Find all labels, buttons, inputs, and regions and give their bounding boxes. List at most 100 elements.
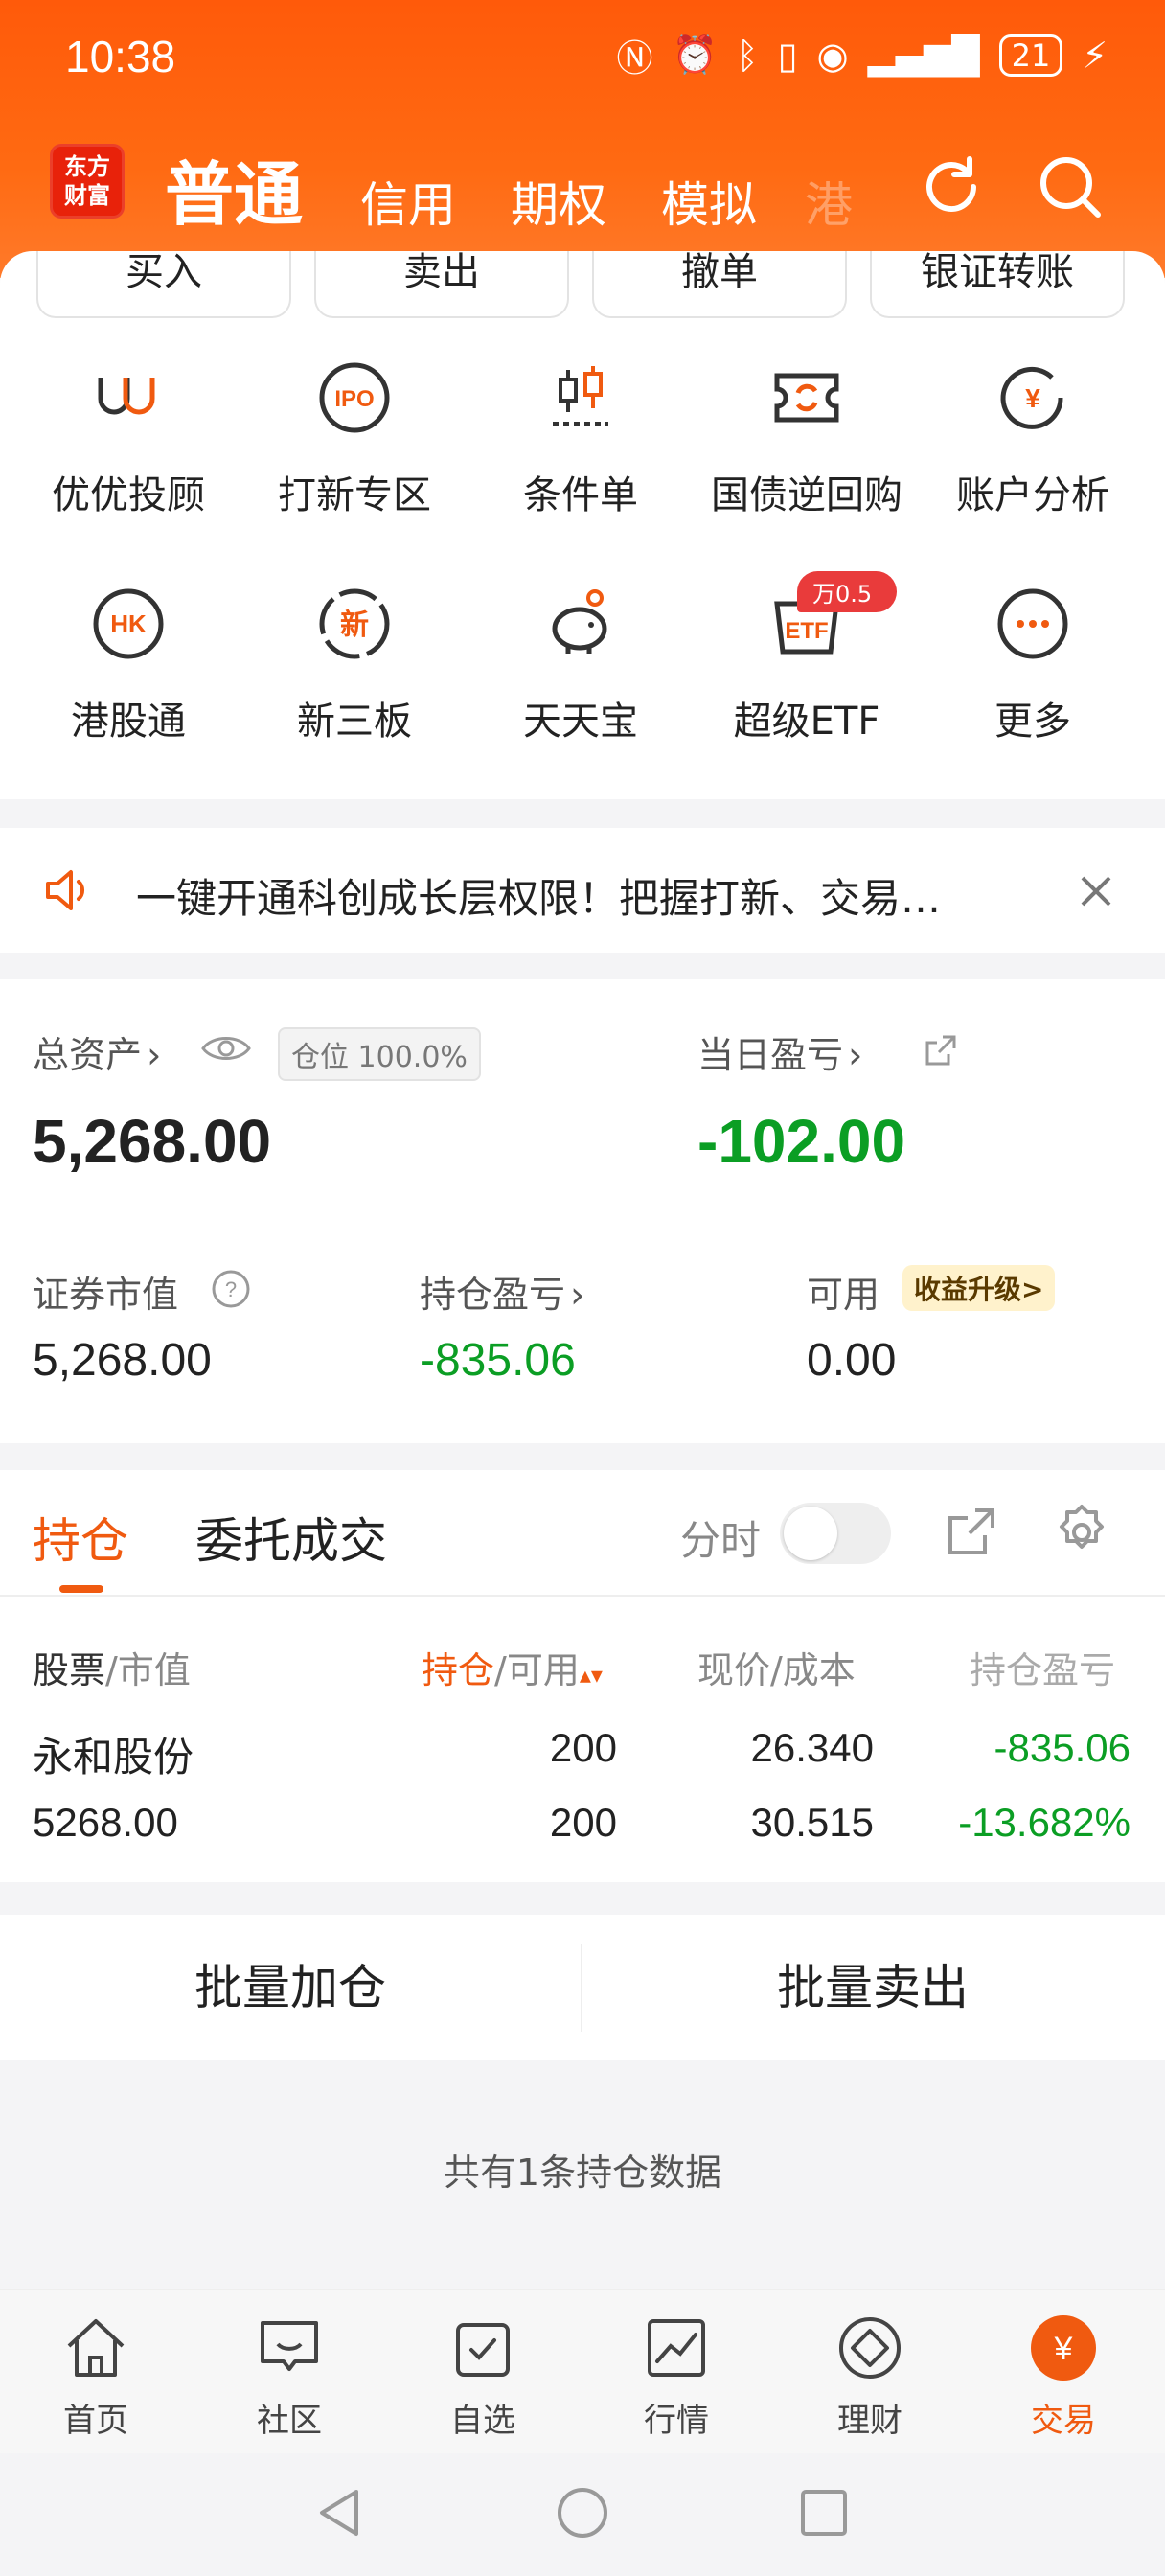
stock-name: 永和股份 [33,1734,194,1781]
stock-available: 200 [549,1800,617,1845]
bluetooth-icon: ᛒ [736,34,759,77]
buy-button[interactable]: 买入 [36,251,291,318]
nav-wealth[interactable]: 理财 [793,2312,947,2441]
available-value: 0.00 [807,1335,897,1386]
settings-icon[interactable] [1052,1503,1111,1562]
tab-options[interactable]: 期权 [511,167,606,236]
grid-item-ipo[interactable]: IPO 打新专区 [241,356,468,519]
more-icon [997,588,1068,659]
chevron-right-icon: › [848,1034,863,1076]
nav-home[interactable]: 首页 [19,2312,172,2441]
grid-item-ttb[interactable]: 天天宝 [468,583,694,746]
status-bar: 10:38 Ⓝ ⏰ ᛒ ▯ ◉ ▂▄▆█ 21 ⚡ [0,0,1165,115]
toggle-knob [784,1506,837,1560]
holding-pl-label-row[interactable]: 持仓盈亏 › [420,1265,584,1318]
recents-icon[interactable] [799,2488,849,2538]
nav-market[interactable]: 行情 [600,2312,753,2441]
grid-item-neeq[interactable]: 新 新三板 [241,583,468,746]
community-icon [261,2321,318,2371]
watchlist-icon [456,2323,510,2377]
bank-transfer-button[interactable]: 银证转账 [870,251,1125,318]
etf-promo-badge: 万0.5 [797,571,898,612]
batch-actions: 批量加仓 批量卖出 [0,1915,1165,2060]
export-icon[interactable] [945,1505,998,1558]
speaker-icon [46,870,85,910]
svg-text:?: ? [225,1277,237,1301]
vibrate-icon: ▯ [777,34,798,77]
grid-item-more[interactable]: 更多 [920,583,1146,746]
hotspot-icon: ◉ [816,34,849,77]
positions-count-text: 共有1条持仓数据 [443,2151,722,2194]
home-icon [67,2319,125,2377]
search-icon[interactable] [1035,151,1106,222]
batch-add-button[interactable]: 批量加仓 [0,1915,581,2060]
trade-icon: ¥ [1031,2315,1096,2380]
condition-order-icon [553,366,608,426]
chevron-right-icon: › [570,1274,585,1316]
grid-item-analysis[interactable]: ¥ 账户分析 [920,356,1146,519]
sell-button[interactable]: 卖出 [314,251,569,318]
stock-pl: -835.06 [994,1725,1131,1770]
tab-hk-partial[interactable]: 港 [805,167,853,236]
notice-bar[interactable]: 一键开通科创成长层权限！把握打新、交易… [0,828,1165,953]
svg-text:新: 新 [340,609,369,642]
piggy-bank-icon [552,589,607,654]
position-ratio-pill: 仓位 100.0% [278,1027,481,1081]
column-hold-sort[interactable]: 持仓/可用▴▾ [422,1641,603,1693]
back-icon[interactable] [314,2486,364,2540]
account-analysis-icon: ¥ [1000,366,1063,429]
stock-market-value: 5268.00 [33,1800,178,1845]
close-icon[interactable] [1077,872,1115,910]
wealth-icon [839,2317,901,2379]
positions-divider [0,1595,1165,1597]
help-icon[interactable]: ? [211,1269,251,1309]
hk-connect-icon: HK [93,588,164,659]
tab-simulated[interactable]: 模拟 [661,167,757,236]
column-holding-pl: 持仓盈亏 [970,1649,1116,1691]
charging-icon: ⚡ [1082,34,1108,77]
column-stock: 股票/市值 [33,1649,191,1691]
svg-text:IPO: IPO [334,386,374,412]
nav-trade[interactable]: ¥ 交易 [987,2312,1140,2441]
nav-community[interactable]: 社区 [213,2312,366,2441]
tab-positions[interactable]: 持仓 [33,1503,128,1572]
grid-item-hk[interactable]: HK 港股通 [15,583,241,746]
grid-item-repo[interactable]: 国债逆回购 [694,356,920,519]
tab-orders-trades[interactable]: 委托成交 [195,1503,387,1572]
stock-price: 26.340 [750,1725,874,1770]
ipo-icon: IPO [319,362,390,433]
alarm-icon: ⏰ [672,34,718,76]
status-icons: Ⓝ ⏰ ᛒ ▯ ◉ ▂▄▆█ 21 ⚡ [616,29,1108,81]
grid-item-condition[interactable]: 条件单 [468,356,694,519]
cancel-order-button[interactable]: 撤单 [592,251,847,318]
holding-pl-value: -835.06 [420,1335,576,1386]
svg-text:¥: ¥ [1054,2331,1073,2367]
column-price-cost: 现价/成本 [697,1649,856,1691]
quick-actions: 买入 卖出 撤单 银证转账 [36,251,1125,318]
market-value: 5,268.00 [33,1335,212,1386]
active-tab-indicator [59,1585,103,1593]
chevron-right-icon: › [147,1034,162,1076]
total-assets-label-row[interactable]: 总资产 › [33,1025,161,1078]
batch-sell-button[interactable]: 批量卖出 [582,1915,1163,2060]
account-type-tabs: 东方 财富 普通 信用 期权 模拟 港 [0,134,1165,240]
new-third-board-icon: 新 [319,588,390,659]
battery-icon: 21 [998,34,1063,77]
stock-hold: 200 [549,1725,617,1770]
stock-pl-pct: -13.682% [958,1800,1131,1845]
eye-icon[interactable] [201,1031,251,1066]
asset-summary: 总资产 › 仓位 100.0% 5,268.00 当日盈亏 › -102.00 … [0,979,1165,1443]
share-icon[interactable] [922,1031,960,1070]
home-circle-icon[interactable] [556,2486,609,2540]
nav-watchlist[interactable]: 自选 [406,2312,560,2441]
refresh-icon[interactable] [916,151,987,222]
grid-item-advisor[interactable]: 优优投顾 [15,356,241,519]
daily-pl-value: -102.00 [697,1107,906,1176]
daily-pl-label-row[interactable]: 当日盈亏 › [697,1025,862,1078]
svg-text:¥: ¥ [1025,383,1040,413]
intraday-toggle[interactable] [780,1503,891,1564]
trade-functions-panel: 买入 卖出 撤单 银证转账 优优投顾 IPO 打新专区 条件单 国债逆回购 ¥ … [0,251,1165,799]
upgrade-badge[interactable]: 收益升级> [902,1265,1056,1311]
tab-credit[interactable]: 信用 [360,167,456,236]
tab-normal[interactable]: 普通 [165,138,303,239]
